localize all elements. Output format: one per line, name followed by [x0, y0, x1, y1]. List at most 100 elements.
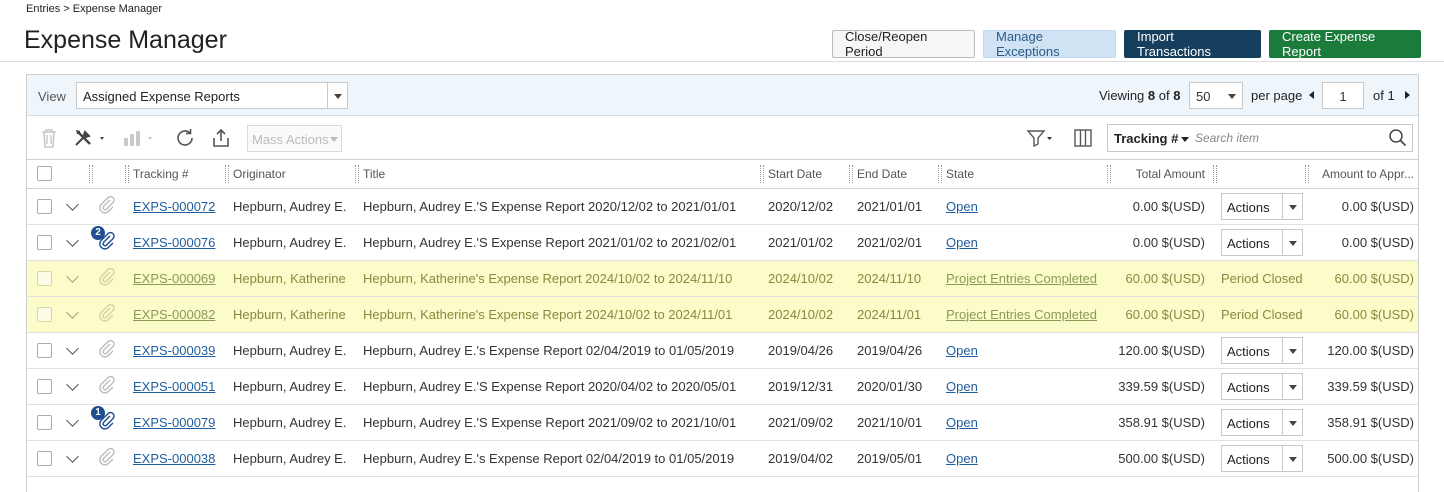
view-select[interactable]: Assigned Expense Reports	[76, 82, 348, 109]
filter-icon[interactable]	[1025, 126, 1059, 150]
tracking-link[interactable]: EXPS-000038	[133, 451, 215, 466]
row-checkbox[interactable]	[37, 415, 52, 431]
column-header-total-amount[interactable]: Total Amount	[1105, 160, 1211, 189]
row-actions-select[interactable]: Actions	[1221, 372, 1303, 400]
paperclip-icon[interactable]	[97, 303, 119, 325]
refresh-icon[interactable]	[173, 126, 197, 150]
search-input[interactable]	[1193, 128, 1383, 148]
expand-chevron-icon[interactable]	[66, 197, 79, 211]
column-header-originator[interactable]: Originator	[223, 160, 353, 189]
mass-actions-select[interactable]: Mass Actions	[247, 125, 342, 152]
column-grip[interactable]	[760, 165, 764, 183]
next-page-icon[interactable]	[1405, 91, 1410, 99]
table-row[interactable]: EXPS-000039 Hepburn, Audrey E. Hepburn, Au…	[27, 332, 1418, 369]
import-transactions-button[interactable]: Import Transactions	[1124, 29, 1261, 59]
breadcrumb[interactable]: Entries > Expense Manager	[26, 3, 162, 15]
state-link[interactable]: Project Entries Completed	[946, 271, 1097, 286]
paperclip-icon[interactable]: 2	[91, 226, 119, 253]
row-actions-caret[interactable]	[1282, 193, 1302, 219]
tracking-link[interactable]: EXPS-000076	[133, 235, 215, 250]
search-field-select[interactable]: Tracking #	[1114, 131, 1190, 146]
export-icon[interactable]	[209, 126, 233, 150]
expand-chevron-icon[interactable]	[66, 269, 79, 283]
expand-chevron-icon[interactable]	[66, 449, 79, 463]
column-header-amount-to-approve[interactable]: Amount to Appr...	[1303, 160, 1418, 189]
paperclip-icon[interactable]: 1	[91, 406, 119, 433]
row-actions-caret[interactable]	[1282, 229, 1302, 255]
column-grip[interactable]	[849, 165, 853, 183]
table-row[interactable]: EXPS-000051 Hepburn, Audrey E. Hepburn, Au…	[27, 368, 1418, 405]
row-actions-caret[interactable]	[1282, 373, 1302, 399]
tracking-link[interactable]: EXPS-000082	[133, 307, 215, 322]
state-link[interactable]: Open	[946, 415, 978, 430]
table-row[interactable]: 1 EXPS-000079 Hepburn, Audrey E. Hepburn, A…	[27, 404, 1418, 441]
tracking-link[interactable]: EXPS-000079	[133, 415, 215, 430]
column-grip[interactable]	[89, 165, 93, 183]
row-actions-caret[interactable]	[1282, 337, 1302, 363]
columns-icon[interactable]	[1073, 126, 1093, 150]
page-number-input[interactable]: 1	[1322, 82, 1364, 109]
close-reopen-period-button[interactable]: Close/Reopen Period	[832, 29, 975, 59]
delete-icon[interactable]	[37, 126, 61, 150]
row-actions-select[interactable]: Actions	[1221, 192, 1303, 220]
column-header-end-date[interactable]: End Date	[847, 160, 936, 189]
expand-chevron-icon[interactable]	[66, 377, 79, 391]
row-actions-select[interactable]: Actions	[1221, 408, 1303, 436]
column-header-start-date[interactable]: Start Date	[758, 160, 847, 189]
paperclip-icon[interactable]	[97, 267, 119, 289]
column-header-title[interactable]: Title	[353, 160, 758, 189]
state-link[interactable]: Open	[946, 199, 978, 214]
table-row[interactable]: EXPS-000069 Hepburn, Katherine Hepburn, Ka…	[27, 260, 1418, 297]
column-grip[interactable]	[125, 165, 129, 183]
prev-page-icon[interactable]	[1309, 91, 1314, 99]
row-actions-caret[interactable]	[1282, 445, 1302, 471]
row-actions-caret[interactable]	[1282, 409, 1302, 435]
chart-icon[interactable]	[120, 126, 158, 150]
state-link[interactable]: Open	[946, 235, 978, 250]
state-link[interactable]: Open	[946, 451, 978, 466]
column-grip[interactable]	[225, 165, 229, 183]
row-actions-select[interactable]: Actions	[1221, 228, 1303, 256]
expand-chevron-icon[interactable]	[66, 341, 79, 355]
tracking-link[interactable]: EXPS-000051	[133, 379, 215, 394]
expand-chevron-icon[interactable]	[66, 413, 79, 427]
search-icon[interactable]	[1388, 128, 1408, 153]
per-page-select[interactable]: 50	[1189, 82, 1243, 109]
manage-exceptions-button[interactable]: Manage Exceptions	[983, 29, 1116, 59]
row-actions-select[interactable]: Actions	[1221, 444, 1303, 472]
state-link[interactable]: Project Entries Completed	[946, 307, 1097, 322]
paperclip-icon[interactable]	[97, 375, 119, 397]
expand-chevron-icon[interactable]	[66, 233, 79, 247]
tools-icon[interactable]	[73, 126, 109, 150]
column-grip[interactable]	[355, 165, 359, 183]
view-select-caret[interactable]	[327, 83, 347, 108]
paperclip-icon[interactable]	[97, 447, 119, 469]
table-row[interactable]: EXPS-000082 Hepburn, Katherine Hepburn, Ka…	[27, 296, 1418, 333]
column-header-tracking[interactable]: Tracking #	[123, 160, 223, 189]
row-checkbox[interactable]	[37, 379, 52, 395]
column-grip[interactable]	[938, 165, 942, 183]
create-expense-report-button[interactable]: Create Expense Report	[1269, 29, 1421, 59]
table-row[interactable]: EXPS-000072 Hepburn, Audrey E. Hepburn, Au…	[27, 188, 1418, 225]
column-grip[interactable]	[1305, 165, 1309, 183]
tracking-link[interactable]: EXPS-000072	[133, 199, 215, 214]
row-checkbox[interactable]	[37, 307, 52, 323]
row-checkbox[interactable]	[37, 199, 52, 215]
tracking-link[interactable]: EXPS-000069	[133, 271, 215, 286]
select-all-checkbox[interactable]	[37, 166, 52, 182]
row-actions-select[interactable]: Actions	[1221, 336, 1303, 364]
row-checkbox[interactable]	[37, 235, 52, 251]
column-grip[interactable]	[1107, 165, 1111, 183]
column-header-state[interactable]: State	[936, 160, 1105, 189]
column-grip[interactable]	[1213, 165, 1217, 183]
expand-chevron-icon[interactable]	[66, 305, 79, 319]
row-checkbox[interactable]	[37, 343, 52, 359]
row-checkbox[interactable]	[37, 451, 52, 467]
row-checkbox[interactable]	[37, 271, 52, 287]
paperclip-icon[interactable]	[97, 339, 119, 361]
table-row[interactable]: EXPS-000038 Hepburn, Audrey E. Hepburn, Au…	[27, 440, 1418, 477]
tracking-link[interactable]: EXPS-000039	[133, 343, 215, 358]
table-row[interactable]: 2 EXPS-000076 Hepburn, Audrey E. Hepburn, A…	[27, 224, 1418, 261]
state-link[interactable]: Open	[946, 343, 978, 358]
state-link[interactable]: Open	[946, 379, 978, 394]
